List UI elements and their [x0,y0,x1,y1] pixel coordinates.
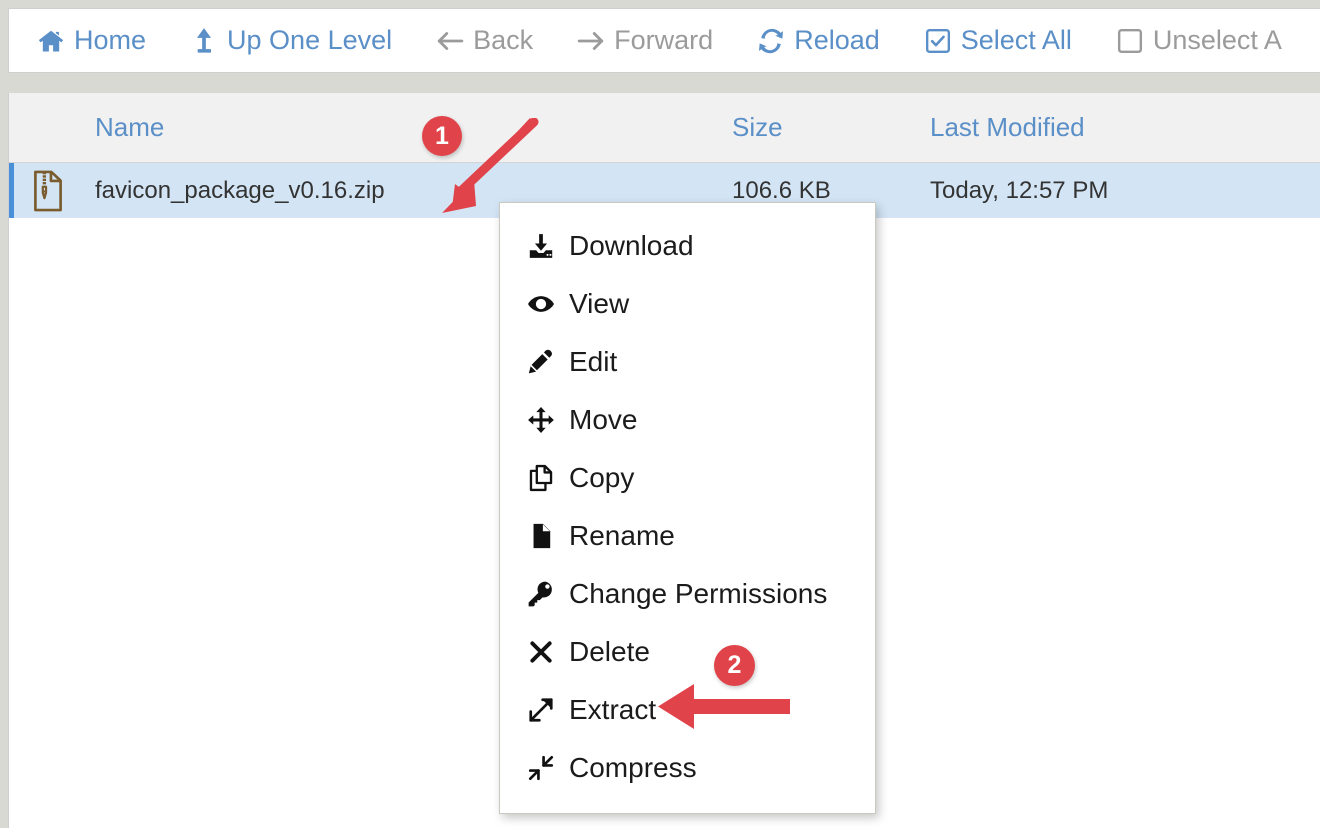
toolbar-button-select-all-label: Select All [960,25,1072,55]
contract-arrows-icon [526,753,556,783]
arrow-up-icon [190,27,218,55]
checkbox-checked-icon [924,27,952,55]
x-mark-icon [526,637,556,667]
context-menu-item-copy-label: Copy [569,462,635,493]
context-menu-item-download-label: Download [569,230,694,261]
toolbar-button-forward[interactable]: Forward [577,27,713,55]
file-modified-cell: Today, 12:57 PM [930,176,1109,204]
context-menu-item-delete[interactable]: Delete [500,623,875,681]
context-menu-item-download[interactable]: Download [500,217,875,275]
table-header-row: Name Size Last Modified [9,93,1320,163]
context-menu-item-change-permissions-label: Change Permissions [569,578,828,609]
copy-icon [526,463,556,493]
context-menu-item-view[interactable]: View [500,275,875,333]
eye-icon [526,289,556,319]
annotation-badge-1: 1 [422,116,462,156]
table-header-size[interactable]: Size [732,112,930,143]
annotation-badge-2: 2 [714,645,755,686]
file-name-cell[interactable]: favicon_package_v0.16.zip [87,177,732,205]
toolbar-button-back-label: Back [473,25,534,55]
toolbar-button-reload[interactable]: Reload [757,27,880,55]
context-menu-item-compress[interactable]: Compress [500,739,875,797]
toolbar-button-back[interactable]: Back [436,27,533,55]
toolbar-button-up-one-level-label: Up One Level [227,25,393,55]
toolbar-button-unselect-all-label: Unselect A [1152,25,1282,55]
toolbar-button-forward-label: Forward [614,25,714,55]
context-menu-item-rename[interactable]: Rename [500,507,875,565]
file-size-cell: 106.6 KB [732,176,831,204]
toolbar-button-home[interactable]: Home [37,27,146,55]
key-icon [526,579,556,609]
context-menu-item-delete-label: Delete [569,636,650,667]
pencil-icon [526,347,556,377]
context-menu-item-compress-label: Compress [569,752,697,783]
checkbox-empty-icon [1116,27,1144,55]
expand-arrows-icon [526,695,556,725]
reload-icon [757,27,785,55]
context-menu-item-edit-label: Edit [569,346,618,377]
zip-file-icon [9,170,87,212]
table-header-name[interactable]: Name [87,112,732,143]
toolbar-button-home-label: Home [74,25,147,55]
toolbar-button-reload-label: Reload [794,25,880,55]
home-icon [37,27,65,55]
toolbar-button-select-all[interactable]: Select All [924,27,1072,55]
move-arrows-icon [526,405,556,435]
table-header-last-modified[interactable]: Last Modified [930,112,1230,143]
arrow-right-icon [577,27,605,55]
file-icon [526,521,556,551]
toolbar-button-unselect-all[interactable]: Unselect A [1116,27,1282,55]
toolbar: Home Up One Level Back Forward Reload Se… [8,8,1320,73]
context-menu: Download View Edit Move Copy Rename Chan… [499,202,876,814]
context-menu-item-extract-label: Extract [569,694,657,725]
context-menu-item-extract[interactable]: Extract [500,681,875,739]
context-menu-item-move[interactable]: Move [500,391,875,449]
download-icon [526,231,556,261]
context-menu-item-copy[interactable]: Copy [500,449,875,507]
context-menu-item-change-permissions[interactable]: Change Permissions [500,565,875,623]
file-manager-page: Home Up One Level Back Forward Reload Se… [0,0,1320,828]
context-menu-item-move-label: Move [569,404,638,435]
context-menu-item-edit[interactable]: Edit [500,333,875,391]
arrow-left-icon [436,27,464,55]
context-menu-item-view-label: View [569,288,630,319]
context-menu-item-rename-label: Rename [569,520,675,551]
toolbar-button-up-one-level[interactable]: Up One Level [190,27,392,55]
